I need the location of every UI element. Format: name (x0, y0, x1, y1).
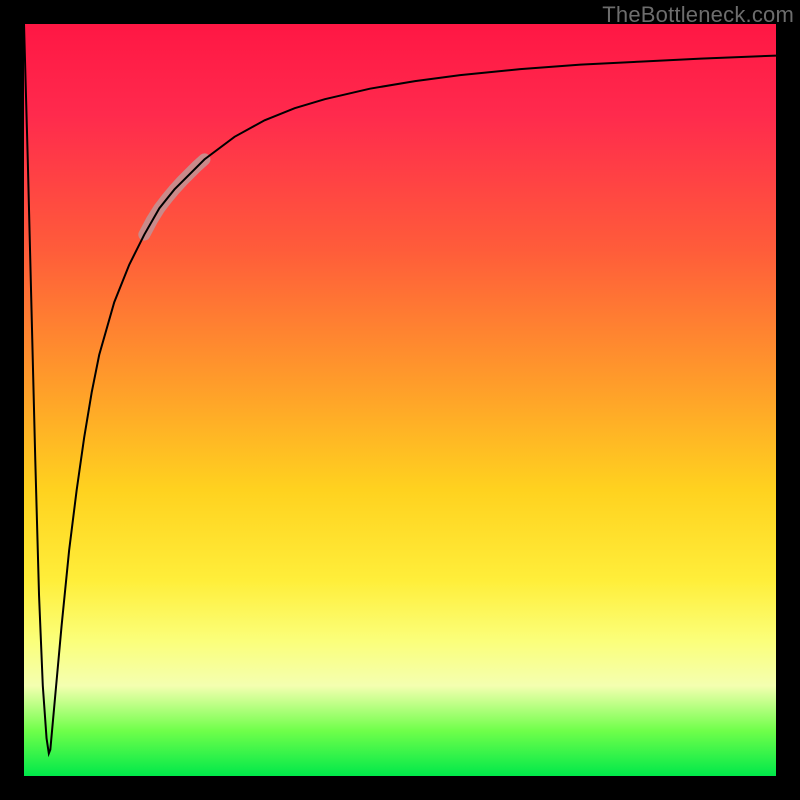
highlight-segment (144, 159, 204, 234)
plot-area (24, 24, 776, 776)
chart-frame: TheBottleneck.com (0, 0, 800, 800)
bottleneck-curve (24, 24, 776, 753)
curve-layer (24, 24, 776, 776)
